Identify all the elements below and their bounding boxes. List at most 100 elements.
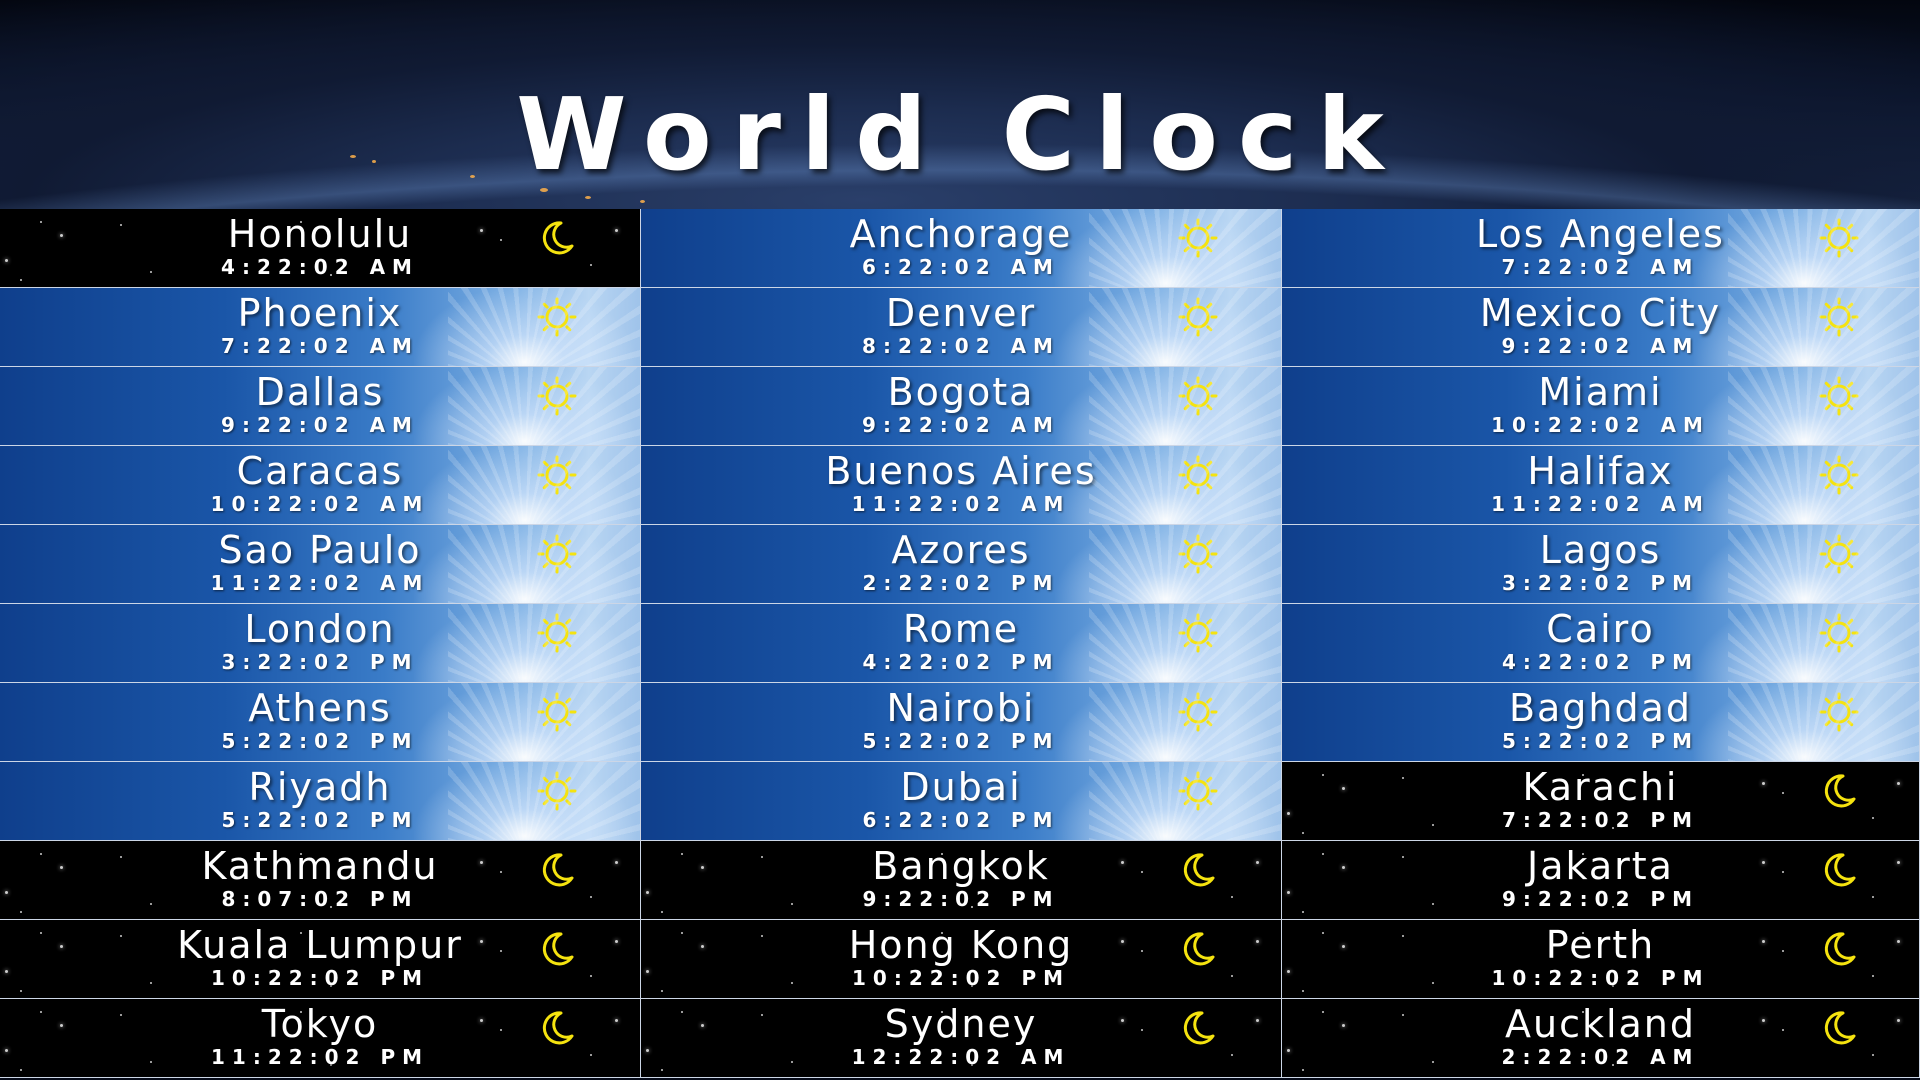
sun-icon <box>537 771 577 811</box>
city-time: 8:22:02 AM <box>862 334 1060 358</box>
moon-icon <box>537 850 577 890</box>
star-dot <box>20 279 22 281</box>
clock-tile: Bogota 9:22:02 AM <box>641 367 1282 446</box>
sun-icon <box>537 376 577 416</box>
city-time: 5:22:02 PM <box>221 808 419 832</box>
city-time: 10:22:02 PM <box>851 966 1070 990</box>
city-time: 7:22:02 AM <box>221 334 419 358</box>
clock-tile: Phoenix 7:22:02 AM <box>0 288 641 367</box>
clock-tile: Mexico City 9:22:02 AM <box>1282 288 1920 367</box>
star-dot <box>661 990 663 992</box>
sun-icon <box>1819 376 1859 416</box>
star-dot <box>1302 1069 1304 1071</box>
star-dot <box>1302 832 1304 834</box>
clock-tile: Kathmandu 8:07:02 PM <box>0 841 641 920</box>
clock-tile: Buenos Aires 11:22:02 AM <box>641 446 1282 525</box>
clock-tile: Dallas 9:22:02 AM <box>0 367 641 446</box>
page-title: World Clock <box>516 76 1404 193</box>
clock-tile: Sydney 12:22:02 AM <box>641 999 1282 1078</box>
city-time: 6:22:02 AM <box>862 255 1060 279</box>
city-time: 10:22:02 PM <box>1491 966 1710 990</box>
clock-tile: Auckland 2:22:02 AM <box>1282 999 1920 1078</box>
city-time: 9:22:02 AM <box>221 413 419 437</box>
city-time: 10:22:02 PM <box>210 966 429 990</box>
city-time: 11:22:02 PM <box>210 1045 429 1069</box>
clock-tile: Halifax 11:22:02 AM <box>1282 446 1920 525</box>
moon-icon <box>537 218 577 258</box>
clock-tile: Rome 4:22:02 PM <box>641 604 1282 683</box>
city-time: 6:22:02 PM <box>862 808 1060 832</box>
city-time: 4:22:02 PM <box>1501 650 1700 674</box>
moon-icon <box>1819 1008 1859 1048</box>
sun-icon <box>1178 376 1218 416</box>
city-time: 2:22:02 AM <box>1501 1045 1700 1069</box>
moon-icon <box>1178 850 1218 890</box>
city-time: 7:22:02 AM <box>1501 255 1700 279</box>
city-time: 11:22:02 AM <box>210 571 430 595</box>
clock-tile: Riyadh 5:22:02 PM <box>0 762 641 841</box>
clock-tile: Dubai 6:22:02 PM <box>641 762 1282 841</box>
sun-icon <box>1178 455 1218 495</box>
moon-icon <box>1819 771 1859 811</box>
sun-icon <box>1178 613 1218 653</box>
city-time: 3:22:02 PM <box>221 650 419 674</box>
clock-tile: Cairo 4:22:02 PM <box>1282 604 1920 683</box>
city-time: 11:22:02 AM <box>1491 492 1710 516</box>
moon-icon <box>1819 850 1859 890</box>
city-time: 5:22:02 PM <box>221 729 419 753</box>
city-time: 10:22:02 AM <box>210 492 430 516</box>
city-time: 12:22:02 AM <box>851 1045 1071 1069</box>
star-dot <box>1302 911 1304 913</box>
sun-icon <box>1178 771 1218 811</box>
city-time: 2:22:02 PM <box>862 571 1060 595</box>
star-dot <box>20 990 22 992</box>
moon-icon <box>1819 929 1859 969</box>
earth-banner: World Clock <box>0 0 1920 209</box>
city-time: 4:22:02 PM <box>862 650 1060 674</box>
city-lights <box>585 196 591 199</box>
city-time: 8:07:02 PM <box>221 887 419 911</box>
city-time: 11:22:02 AM <box>851 492 1071 516</box>
clock-tile: Perth 10:22:02 PM <box>1282 920 1920 999</box>
clock-tile: Bangkok 9:22:02 PM <box>641 841 1282 920</box>
clock-tile: Anchorage 6:22:02 AM <box>641 209 1282 288</box>
clock-tile: Jakarta 9:22:02 PM <box>1282 841 1920 920</box>
moon-icon <box>1178 1008 1218 1048</box>
city-time: 9:22:02 AM <box>1501 334 1700 358</box>
sun-icon <box>1178 297 1218 337</box>
city-time: 5:22:02 PM <box>1501 729 1700 753</box>
sun-icon <box>1819 534 1859 574</box>
clock-tile: Azores 2:22:02 PM <box>641 525 1282 604</box>
clock-tile: Lagos 3:22:02 PM <box>1282 525 1920 604</box>
sun-icon <box>1819 692 1859 732</box>
city-time: 10:22:02 AM <box>1491 413 1710 437</box>
sun-icon <box>1819 613 1859 653</box>
sun-icon <box>1178 534 1218 574</box>
clock-tile: Baghdad 5:22:02 PM <box>1282 683 1920 762</box>
clock-tile: Caracas 10:22:02 AM <box>0 446 641 525</box>
clock-tile: Athens 5:22:02 PM <box>0 683 641 762</box>
star-dot <box>20 1069 22 1071</box>
clock-tile: Sao Paulo 11:22:02 AM <box>0 525 641 604</box>
moon-icon <box>537 1008 577 1048</box>
sun-icon <box>1819 455 1859 495</box>
clock-tile: Los Angeles 7:22:02 AM <box>1282 209 1920 288</box>
city-time: 3:22:02 PM <box>1501 571 1700 595</box>
city-lights <box>640 200 645 203</box>
star-dot <box>661 911 663 913</box>
sun-icon <box>537 613 577 653</box>
city-time: 7:22:02 PM <box>1501 808 1700 832</box>
city-time: 9:22:02 PM <box>862 887 1060 911</box>
sun-icon <box>1819 297 1859 337</box>
star-dot <box>20 911 22 913</box>
clock-tile: Honolulu 4:22:02 AM <box>0 209 641 288</box>
city-time: 5:22:02 PM <box>862 729 1060 753</box>
moon-icon <box>537 929 577 969</box>
city-time: 9:22:02 AM <box>862 413 1060 437</box>
clock-tile: Denver 8:22:02 AM <box>641 288 1282 367</box>
clock-tile: Nairobi 5:22:02 PM <box>641 683 1282 762</box>
clock-tile: London 3:22:02 PM <box>0 604 641 683</box>
city-time: 9:22:02 PM <box>1501 887 1700 911</box>
clock-tile: Hong Kong 10:22:02 PM <box>641 920 1282 999</box>
city-time: 4:22:02 AM <box>221 255 419 279</box>
